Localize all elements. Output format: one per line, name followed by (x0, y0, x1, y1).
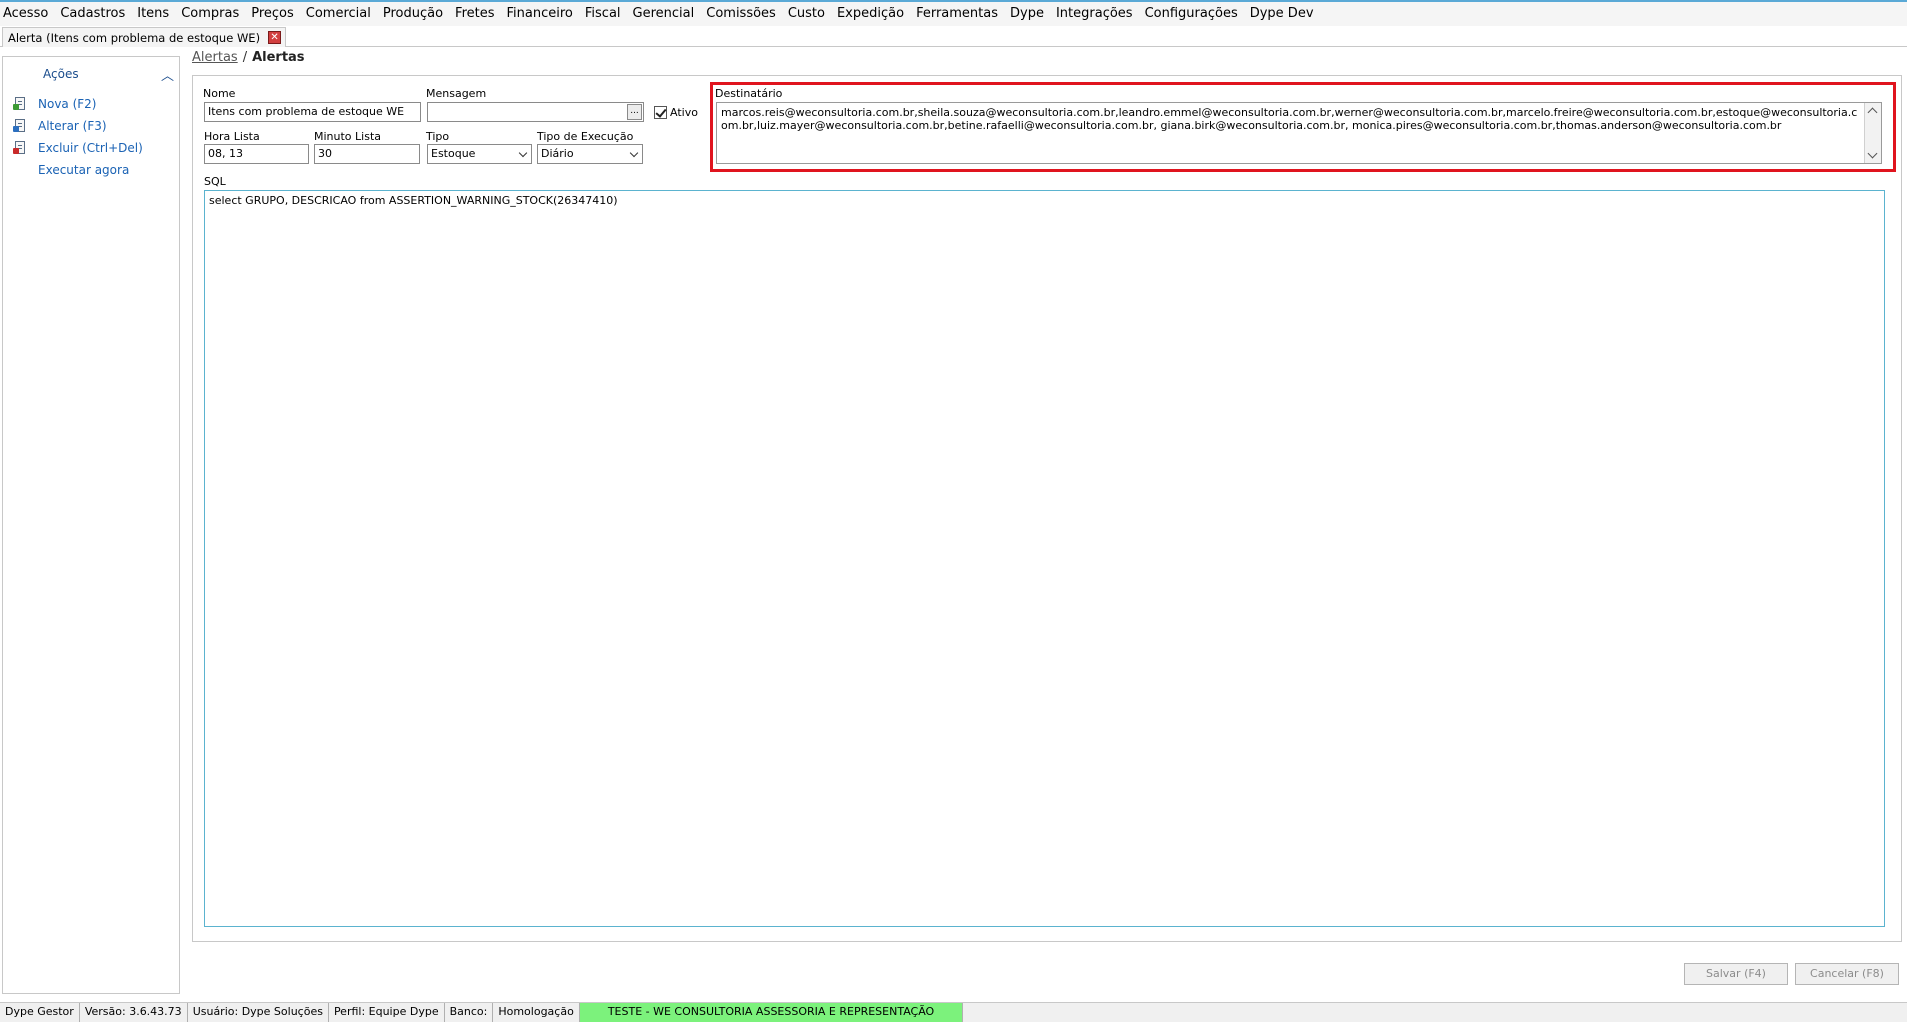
tipo-label: Tipo (426, 130, 450, 143)
scroll-down-icon[interactable] (1867, 148, 1878, 159)
menu-precos[interactable]: Preços (245, 3, 300, 25)
menu-acesso[interactable]: Acesso (0, 3, 54, 25)
menu-comercial[interactable]: Comercial (300, 3, 377, 25)
menu-dype-dev[interactable]: Dype Dev (1244, 3, 1320, 25)
breadcrumb-link-alertas[interactable]: Alertas (192, 50, 238, 65)
status-profile: Perfil: Equipe Dype (329, 1003, 445, 1022)
window-accent-line (0, 0, 1907, 2)
new-document-icon (13, 97, 27, 111)
delete-document-icon (13, 141, 27, 155)
menu-comissoes[interactable]: Comissões (700, 3, 782, 25)
destinatario-scrollbar[interactable] (1864, 103, 1881, 163)
menu-fretes[interactable]: Fretes (449, 3, 500, 25)
document-tab-strip: Alerta (Itens com problema de estoque WE… (0, 26, 1907, 47)
nome-label: Nome (203, 87, 236, 100)
nome-input[interactable]: Itens com problema de estoque WE (204, 102, 421, 122)
action-alterar-label: Alterar (F3) (38, 119, 107, 133)
action-executar-agora[interactable]: Executar agora (13, 161, 129, 179)
menu-dype[interactable]: Dype (1004, 3, 1050, 25)
action-alterar[interactable]: Alterar (F3) (13, 117, 107, 135)
hora-lista-label: Hora Lista (204, 130, 260, 143)
menu-expedicao[interactable]: Expedição (831, 3, 910, 25)
actions-title: Ações (43, 67, 79, 81)
mensagem-label: Mensagem (426, 87, 487, 100)
destinatario-textarea[interactable]: marcos.reis@weconsultoria.com.br,sheila.… (716, 102, 1882, 164)
action-excluir-label: Excluir (Ctrl+Del) (38, 141, 143, 155)
blank-icon (13, 163, 27, 177)
sql-label: SQL (204, 175, 226, 188)
cancel-button[interactable]: Cancelar (F8) (1795, 963, 1899, 985)
close-icon[interactable]: ✕ (268, 31, 282, 44)
tipo-execucao-label: Tipo de Execução (537, 130, 634, 143)
status-bank-label: Banco: (445, 1003, 494, 1022)
hora-lista-input[interactable]: 08, 13 (204, 144, 309, 164)
menu-custo[interactable]: Custo (782, 3, 831, 25)
ativo-checkbox[interactable] (654, 106, 667, 119)
chevron-down-icon (630, 149, 639, 158)
status-app: Dype Gestor (0, 1003, 80, 1022)
menu-items: Acesso Cadastros Itens Compras Preços Co… (0, 3, 1320, 25)
menu-ferramentas[interactable]: Ferramentas (910, 3, 1004, 25)
menu-producao[interactable]: Produção (377, 3, 449, 25)
status-bank-value: Homologação (493, 1003, 580, 1022)
status-environment: TESTE - WE CONSULTORIA ASSESSORIA E REPR… (579, 1003, 964, 1022)
menu-bar: Acesso Cadastros Itens Compras Preços Co… (0, 0, 1907, 27)
page-title: Alertas (252, 50, 305, 65)
sql-value: select GRUPO, DESCRICAO from ASSERTION_W… (209, 194, 618, 207)
menu-itens[interactable]: Itens (131, 3, 175, 25)
tab-alerta[interactable]: Alerta (Itens com problema de estoque WE… (2, 27, 287, 47)
breadcrumb: Alertas / Alertas (192, 50, 305, 68)
mensagem-ellipsis-button[interactable]: ... (627, 104, 642, 120)
save-button[interactable]: Salvar (F4) (1684, 963, 1788, 985)
ativo-label: Ativo (670, 106, 698, 119)
menu-cadastros[interactable]: Cadastros (54, 3, 131, 25)
tipo-select-value: Estoque (431, 147, 476, 160)
actions-header[interactable]: Ações ︿ (3, 61, 179, 85)
tipo-execucao-select-value: Diário (541, 147, 574, 160)
menu-fiscal[interactable]: Fiscal (579, 3, 627, 25)
tab-title: Alerta (Itens com problema de estoque WE… (8, 30, 261, 45)
action-nova-label: Nova (F2) (38, 97, 97, 111)
menu-integracoes[interactable]: Integrações (1050, 3, 1139, 25)
action-executar-label: Executar agora (38, 163, 130, 177)
mensagem-input[interactable] (427, 102, 644, 122)
status-bar: Dype Gestor Versão: 3.6.43.73 Usuário: D… (0, 1002, 1907, 1022)
action-nova[interactable]: Nova (F2) (13, 95, 97, 113)
menu-financeiro[interactable]: Financeiro (501, 3, 579, 25)
destinatario-label: Destinatário (715, 87, 783, 100)
actions-panel: Ações ︿ Nova (F2) Alterar (F3) Excluir (… (2, 56, 180, 994)
chevron-up-icon[interactable]: ︿ (161, 65, 174, 84)
action-excluir[interactable]: Excluir (Ctrl+Del) (13, 139, 143, 157)
status-version: Versão: 3.6.43.73 (80, 1003, 188, 1022)
minuto-lista-label: Minuto Lista (314, 130, 381, 143)
tipo-select[interactable]: Estoque (427, 144, 532, 164)
scroll-up-icon[interactable] (1867, 107, 1878, 118)
edit-document-icon (13, 119, 27, 133)
chevron-down-icon (519, 149, 528, 158)
minuto-lista-input[interactable]: 30 (314, 144, 420, 164)
menu-configuracoes[interactable]: Configurações (1139, 3, 1244, 25)
status-user: Usuário: Dype Soluções (188, 1003, 329, 1022)
destinatario-value: marcos.reis@weconsultoria.com.br,sheila.… (721, 106, 1858, 132)
sql-editor[interactable]: select GRUPO, DESCRICAO from ASSERTION_W… (204, 190, 1885, 927)
breadcrumb-separator: / (242, 50, 248, 65)
menu-compras[interactable]: Compras (175, 3, 245, 25)
menu-gerencial[interactable]: Gerencial (627, 3, 701, 25)
tipo-execucao-select[interactable]: Diário (537, 144, 643, 164)
